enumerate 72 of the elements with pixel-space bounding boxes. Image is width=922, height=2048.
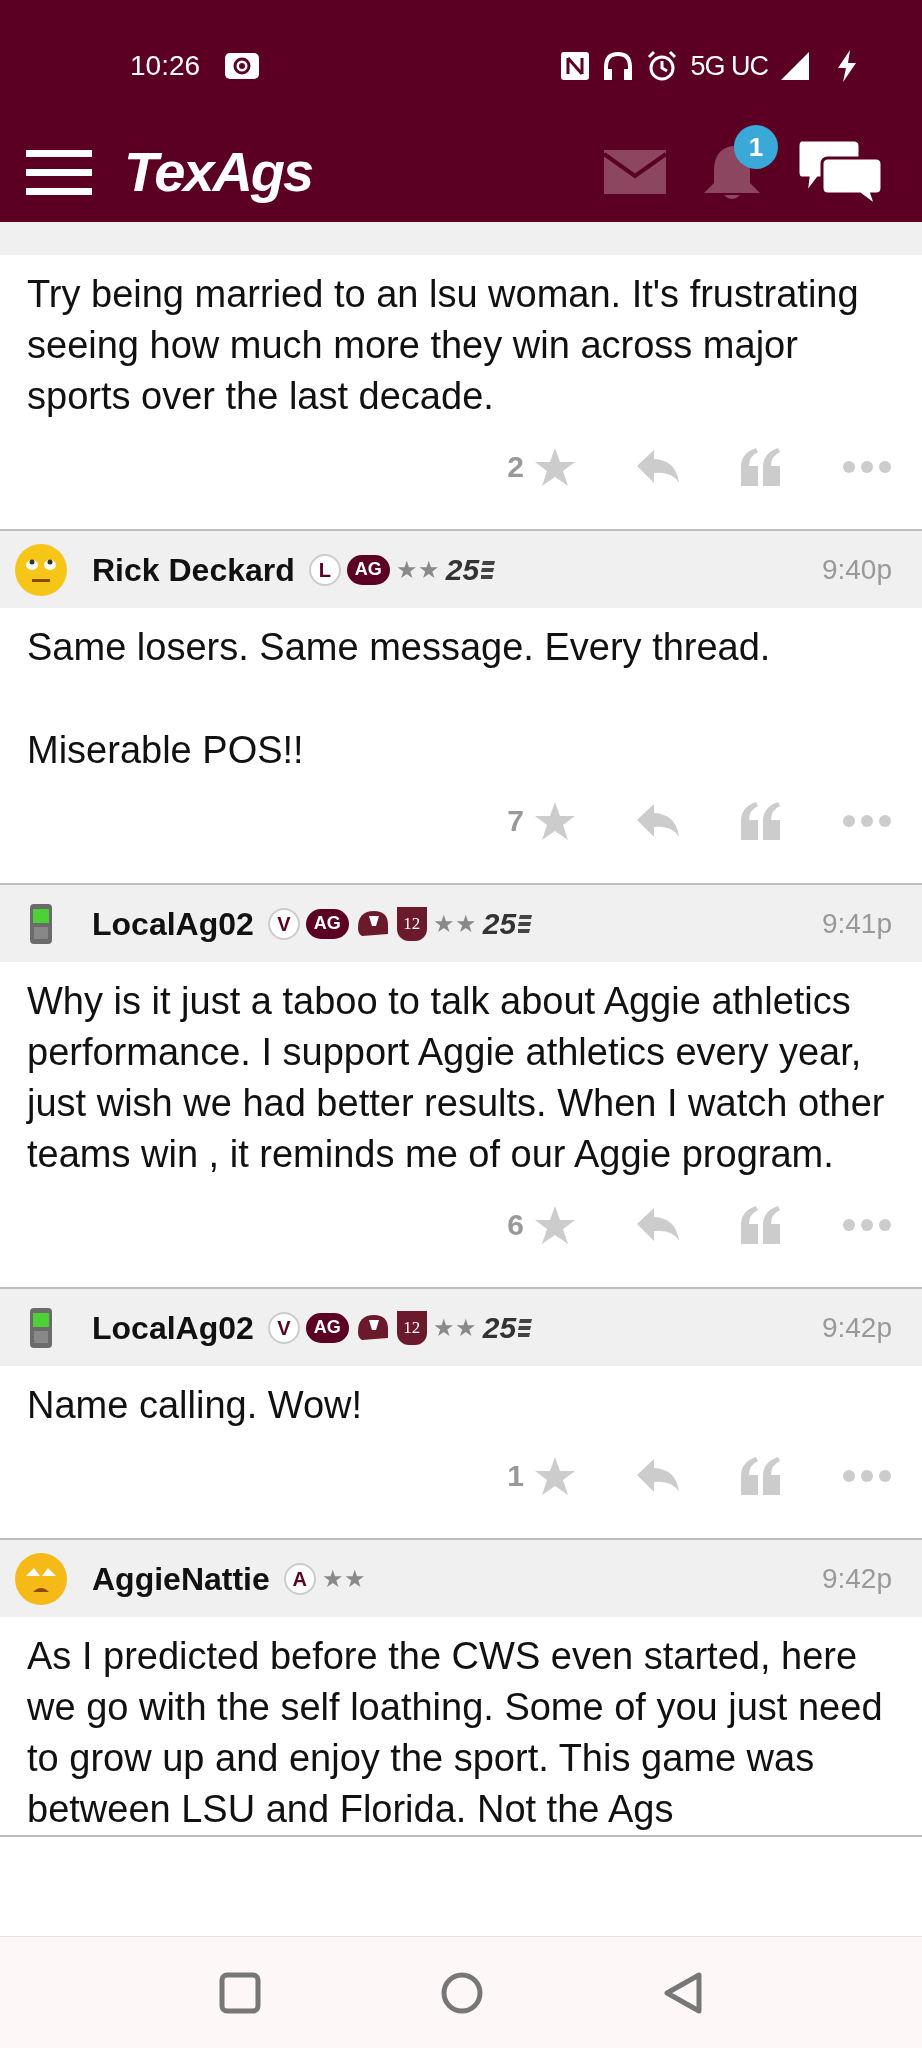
more-icon[interactable] xyxy=(842,1217,892,1232)
years-text: 25 xyxy=(482,1310,517,1346)
post-text: Try being married to an lsu woman. It's frustrating seeing how much more they win across major sports over the last decade. xyxy=(27,272,860,419)
stripes-icon xyxy=(518,913,533,934)
post-time: 9:42p xyxy=(821,1561,892,1596)
quote-icon[interactable] xyxy=(740,1204,782,1245)
years-text: 25 xyxy=(445,552,480,588)
years-text: 25 xyxy=(482,906,517,942)
post-text: Same losers. Same message. Every thread. xyxy=(27,625,772,670)
letter-badge: V xyxy=(267,1311,300,1344)
shield-badge: 12 xyxy=(396,906,427,941)
post-time: 9:41p xyxy=(821,906,892,941)
author-name[interactable]: LocalAg02 xyxy=(92,1303,254,1352)
star-icon[interactable] xyxy=(534,446,576,487)
face-icon xyxy=(14,1551,68,1606)
letter-badge: A xyxy=(283,1562,316,1595)
post-text: Why is it just a taboo to talk about Aggie athletics performance. I support Aggie athletics every year, just wish we had better results. When I watch other teams win , it reminds me of our Aggie program. xyxy=(27,979,886,1177)
quote-icon[interactable] xyxy=(740,800,782,841)
post-time: 9:42p xyxy=(821,1310,892,1345)
home-icon[interactable] xyxy=(441,1971,483,2014)
letter-badge: V xyxy=(267,907,300,940)
logo[interactable]: TexAgs xyxy=(124,130,313,214)
more-icon[interactable] xyxy=(842,459,892,474)
menu-icon[interactable] xyxy=(26,148,92,196)
reply-icon[interactable] xyxy=(636,802,680,839)
recent-apps-icon[interactable] xyxy=(219,1971,261,2014)
face-icon xyxy=(14,542,68,597)
class-badge: AG xyxy=(305,908,349,939)
class-badge: AG xyxy=(305,1312,349,1343)
mail-icon[interactable] xyxy=(604,150,666,194)
rating-stars: ★★ xyxy=(432,1312,477,1343)
screen-record-icon xyxy=(224,52,261,80)
letter-badge: L xyxy=(308,553,341,586)
headphones-icon xyxy=(602,51,635,81)
star-count: 1 xyxy=(507,1458,524,1494)
post-text: Name calling. Wow! xyxy=(27,1383,364,1428)
star-icon[interactable] xyxy=(534,800,576,841)
star-count: 7 xyxy=(507,803,524,839)
alarm-icon xyxy=(646,50,679,82)
author-name[interactable]: LocalAg02 xyxy=(92,899,254,948)
post-text: Miserable POS!! xyxy=(27,728,305,773)
reply-icon[interactable] xyxy=(636,1206,680,1243)
charging-icon xyxy=(836,49,858,83)
star-icon[interactable] xyxy=(534,1455,576,1496)
class-badge: AG xyxy=(346,554,390,585)
star-icon[interactable] xyxy=(534,1204,576,1245)
author-name[interactable]: AggieNattie xyxy=(92,1554,270,1603)
shield-badge: 12 xyxy=(396,1310,427,1345)
quote-icon[interactable] xyxy=(740,446,782,487)
phone-icon xyxy=(28,901,54,946)
stripes-icon xyxy=(481,559,496,580)
post-text: As I predicted before the CWS even started, here we go with the self loathing. Some of you just need to grow up and enjoy the sport. This game was between LSU and Florida. Not the Ags xyxy=(27,1634,884,1832)
reply-icon[interactable] xyxy=(636,1457,680,1494)
quote-icon[interactable] xyxy=(740,1455,782,1496)
star-count: 6 xyxy=(507,1207,524,1243)
phone-icon xyxy=(28,1305,54,1350)
author-name[interactable]: Rick Deckard xyxy=(92,545,295,594)
signal-icon xyxy=(780,51,810,81)
clock-time: 10:26 xyxy=(130,49,201,83)
reply-icon[interactable] xyxy=(636,448,680,485)
notification-badge: 1 xyxy=(734,125,778,169)
back-icon[interactable] xyxy=(663,1971,703,2014)
rating-stars: ★★ xyxy=(321,1563,366,1594)
stripes-icon xyxy=(518,1317,533,1338)
network-type: 5G UC xyxy=(690,49,768,83)
star-count: 2 xyxy=(507,449,524,485)
rating-stars: ★★ xyxy=(395,554,440,585)
more-icon[interactable] xyxy=(842,1468,892,1483)
post-time: 9:40p xyxy=(821,552,892,587)
rating-stars: ★★ xyxy=(432,908,477,939)
more-icon[interactable] xyxy=(842,813,892,828)
nfc-icon xyxy=(560,51,591,81)
